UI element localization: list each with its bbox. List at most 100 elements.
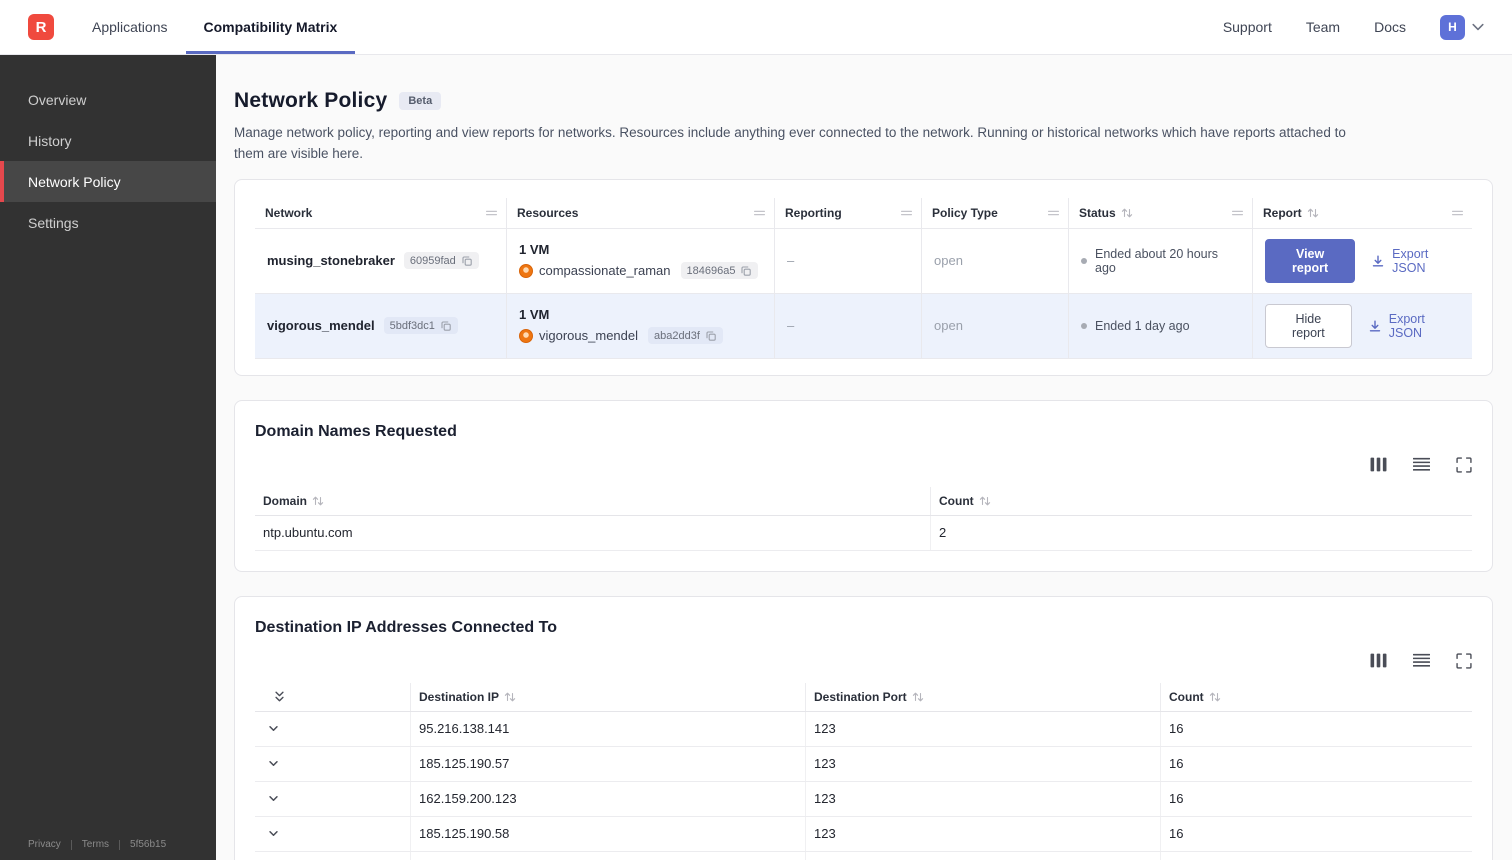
user-menu[interactable]: H bbox=[1440, 14, 1484, 40]
page-description: Manage network policy, reporting and vie… bbox=[234, 125, 1346, 161]
destination-ips-card: Destination IP Addresses Connected To De… bbox=[234, 595, 1493, 860]
main-content: Network Policy Beta Manage network polic… bbox=[216, 55, 1512, 860]
view-report-button[interactable]: View report bbox=[1265, 238, 1356, 283]
avatar[interactable]: H bbox=[1440, 14, 1465, 40]
table-row: 185.125.190.57 123 16 bbox=[255, 746, 1472, 782]
export-json-link[interactable]: Export JSON bbox=[1368, 312, 1460, 340]
table-row: 95.216.138.141 123 16 bbox=[255, 711, 1472, 747]
domains-table-header: Domain Count bbox=[255, 486, 1472, 516]
sidebar-footer: Privacy Terms 5f56b15 bbox=[28, 839, 166, 850]
table-row: ntp.ubuntu.com 2 bbox=[255, 515, 1472, 551]
chevron-down-icon[interactable] bbox=[1472, 23, 1484, 31]
beta-badge: Beta bbox=[399, 92, 442, 110]
column-handle-icon[interactable] bbox=[1047, 208, 1060, 217]
sort-icon[interactable] bbox=[1209, 691, 1221, 703]
chevron-down-icon[interactable] bbox=[267, 792, 280, 805]
copy-icon[interactable] bbox=[440, 320, 452, 332]
column-handle-icon[interactable] bbox=[753, 208, 766, 217]
reporting-cell: – bbox=[775, 228, 922, 293]
status-cell: Ended 1 day ago bbox=[1069, 293, 1253, 358]
sort-icon[interactable] bbox=[312, 495, 324, 507]
ips-table: Destination IP Destination Port Count 95… bbox=[255, 682, 1472, 860]
ip-cell: 185.125.190.58 bbox=[411, 816, 806, 851]
resources-cell: 1 VM vigorous_mendel aba2dd3f bbox=[507, 293, 775, 358]
chevron-down-icon[interactable] bbox=[267, 827, 280, 840]
sidebar-item-settings[interactable]: Settings bbox=[0, 202, 216, 243]
chevron-down-icon[interactable] bbox=[267, 757, 280, 770]
column-header-report[interactable]: Report bbox=[1253, 198, 1472, 228]
count-cell: 16 bbox=[1169, 791, 1184, 807]
resource-name: vigorous_mendel bbox=[539, 328, 639, 344]
column-header-count[interactable]: Count bbox=[1161, 683, 1472, 711]
columns-view-icon[interactable] bbox=[1370, 457, 1387, 472]
policy-table-header: Network Resources Reporting Policy Type … bbox=[255, 197, 1472, 228]
count-cell: 16 bbox=[1169, 721, 1184, 737]
network-policy-card: Network Resources Reporting Policy Type … bbox=[234, 178, 1493, 376]
nav-item-applications[interactable]: Applications bbox=[74, 0, 186, 54]
sort-icon[interactable] bbox=[912, 691, 924, 703]
sort-icon[interactable] bbox=[504, 691, 516, 703]
fullscreen-icon[interactable] bbox=[1456, 653, 1472, 669]
policy-type-cell: open bbox=[922, 293, 1069, 358]
expand-all-header[interactable] bbox=[255, 682, 411, 711]
column-handle-icon[interactable] bbox=[1451, 208, 1464, 217]
table-row: 162.159.200.123 123 16 bbox=[255, 781, 1472, 817]
sort-icon[interactable] bbox=[1121, 207, 1133, 219]
table-row: vigorous_mendel 5bdf3dc1 1 VM vigorous_m… bbox=[255, 292, 1472, 358]
column-header-reporting[interactable]: Reporting bbox=[775, 197, 922, 228]
sidebar-item-history[interactable]: History bbox=[0, 120, 216, 161]
count-cell: 16 bbox=[1169, 756, 1184, 772]
column-handle-icon[interactable] bbox=[900, 208, 913, 217]
columns-view-icon[interactable] bbox=[1370, 653, 1387, 668]
fullscreen-icon[interactable] bbox=[1456, 457, 1472, 473]
app-logo[interactable]: R bbox=[28, 14, 54, 40]
privacy-link[interactable]: Privacy bbox=[28, 839, 61, 850]
hide-report-button[interactable]: Hide report bbox=[1265, 303, 1352, 348]
column-header-count[interactable]: Count bbox=[931, 487, 1472, 515]
divider bbox=[70, 839, 72, 850]
network-cell: vigorous_mendel 5bdf3dc1 bbox=[255, 293, 507, 358]
report-cell: View report Export JSON bbox=[1253, 229, 1472, 293]
sidebar-item-overview[interactable]: Overview bbox=[0, 79, 216, 120]
nav-link-docs[interactable]: Docs bbox=[1374, 19, 1406, 35]
export-json-link[interactable]: Export JSON bbox=[1371, 247, 1460, 275]
card-title: Destination IP Addresses Connected To bbox=[255, 618, 557, 636]
status-cell: Ended about 20 hours ago bbox=[1069, 228, 1253, 293]
sort-icon[interactable] bbox=[1307, 207, 1319, 219]
row-density-icon[interactable] bbox=[1413, 653, 1430, 668]
nav-right: Support Team Docs H bbox=[1223, 0, 1484, 54]
column-header-destination-port[interactable]: Destination Port bbox=[806, 682, 1161, 711]
column-handle-icon[interactable] bbox=[485, 208, 498, 217]
table-row: 185.125.190.58 123 16 bbox=[255, 816, 1472, 852]
double-chevron-down-icon[interactable] bbox=[263, 689, 286, 704]
copy-icon[interactable] bbox=[705, 330, 717, 342]
nav-link-support[interactable]: Support bbox=[1223, 19, 1272, 35]
chevron-down-icon[interactable] bbox=[267, 722, 280, 735]
status-dot bbox=[1081, 257, 1087, 264]
sort-icon[interactable] bbox=[979, 495, 991, 507]
column-header-status[interactable]: Status bbox=[1069, 197, 1253, 228]
port-cell: 123 bbox=[806, 781, 1161, 816]
reporting-cell: – bbox=[775, 293, 922, 358]
terms-link[interactable]: Terms bbox=[82, 839, 109, 850]
column-header-destination-ip[interactable]: Destination IP bbox=[411, 682, 806, 711]
column-header-policy-type[interactable]: Policy Type bbox=[922, 197, 1069, 228]
policy-table-body: musing_stonebraker 60959fad 1 VM compass… bbox=[255, 227, 1472, 359]
nav-link-team[interactable]: Team bbox=[1306, 19, 1340, 35]
nav-item-compatibility-matrix[interactable]: Compatibility Matrix bbox=[185, 0, 356, 54]
row-density-icon[interactable] bbox=[1413, 457, 1430, 472]
copy-icon[interactable] bbox=[461, 255, 473, 267]
sidebar: Overview History Network Policy Settings… bbox=[0, 55, 216, 860]
column-header-network[interactable]: Network bbox=[255, 197, 507, 228]
sidebar-item-network-policy[interactable]: Network Policy bbox=[0, 161, 216, 202]
column-header-domain[interactable]: Domain bbox=[255, 486, 931, 515]
resource-name: compassionate_raman bbox=[539, 263, 671, 279]
column-handle-icon[interactable] bbox=[1231, 208, 1244, 217]
copy-icon[interactable] bbox=[740, 265, 752, 277]
build-hash: 5f56b15 bbox=[130, 839, 167, 850]
table-row: 95.216.100.21 123 16 bbox=[255, 851, 1472, 860]
ip-cell: 185.125.190.57 bbox=[411, 746, 806, 781]
page-title: Network Policy bbox=[234, 89, 388, 112]
vm-count: 1 VM bbox=[519, 242, 550, 258]
column-header-resources[interactable]: Resources bbox=[507, 197, 775, 228]
